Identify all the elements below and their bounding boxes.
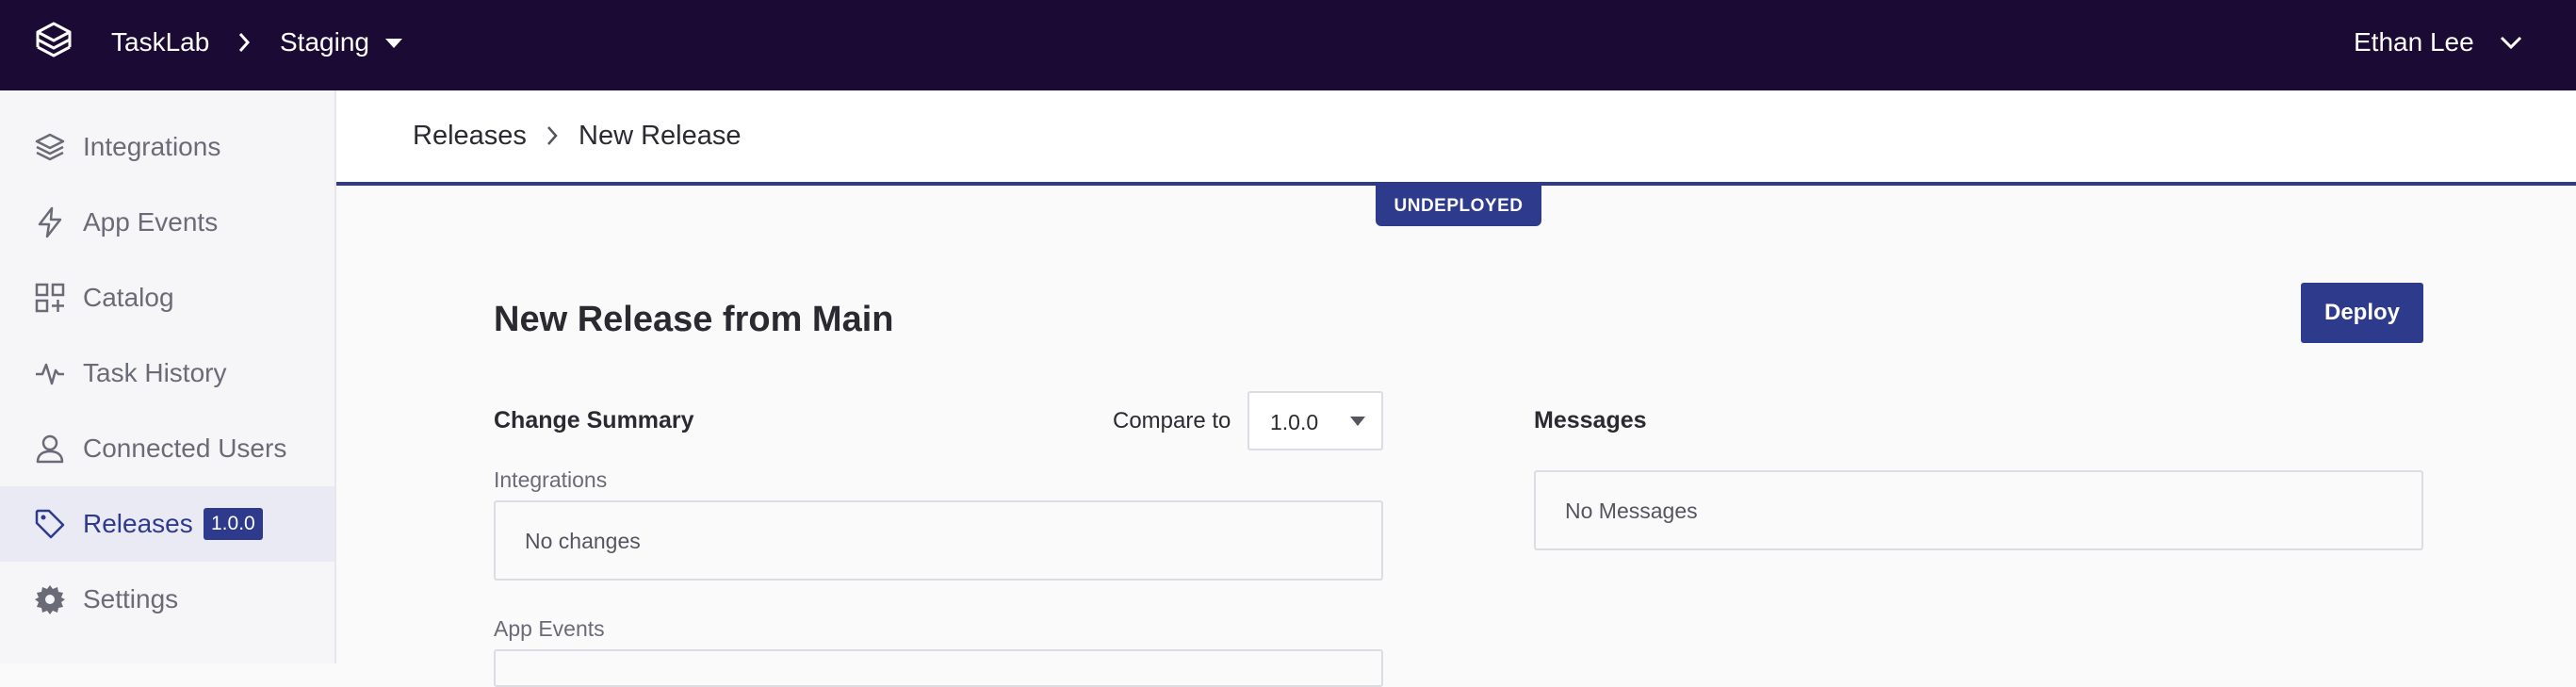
environment-selector[interactable]: Staging: [280, 27, 369, 57]
compare-version-select[interactable]: 1.0.0: [1247, 391, 1383, 450]
sidebar-item-app-events[interactable]: App Events: [0, 185, 334, 260]
sidebar-item-label: Connected Users: [83, 433, 287, 463]
sidebar-item-label: Integrations: [83, 132, 221, 161]
sidebar: Integrations App Events Catalog Task His…: [0, 90, 336, 663]
sidebar-item-label: Settings: [83, 584, 179, 613]
messages-value: No Messages: [1565, 499, 1698, 523]
chevron-down-icon[interactable]: [2499, 34, 2523, 51]
activity-icon: [36, 363, 64, 385]
gear-icon: [35, 585, 65, 614]
sidebar-item-label: Releases: [83, 509, 193, 538]
sidebar-item-releases[interactable]: Releases 1.0.0: [0, 486, 334, 562]
messages-box: No Messages: [1534, 470, 2423, 550]
page-title: New Release from Main: [494, 300, 894, 339]
deploy-button[interactable]: Deploy: [2301, 283, 2423, 343]
page-header: Releases New Release: [336, 90, 2576, 186]
sidebar-item-catalog[interactable]: Catalog: [0, 260, 334, 335]
caret-down-icon: [1350, 417, 1365, 426]
sidebar-item-label: Task History: [83, 358, 227, 387]
lightning-icon: [38, 206, 62, 238]
breadcrumb-current: New Release: [579, 121, 742, 151]
version-badge: 1.0.0: [204, 508, 263, 540]
sidebar-item-settings[interactable]: Settings: [0, 562, 334, 637]
grid-plus-icon: [35, 283, 65, 313]
user-icon: [36, 434, 64, 464]
integrations-changes-value: No changes: [525, 529, 641, 553]
messages-title: Messages: [1534, 407, 1647, 433]
tag-icon: [35, 509, 65, 539]
status-badge: UNDEPLOYED: [1376, 186, 1541, 226]
breadcrumb-releases-link[interactable]: Releases: [413, 121, 527, 152]
integrations-changes-box: No changes: [494, 500, 1383, 581]
app-name-link[interactable]: TaskLab: [111, 27, 209, 57]
top-bar: TaskLab Staging Ethan Lee: [0, 0, 2576, 90]
chevron-right-icon: [238, 33, 251, 52]
app-events-changes-box: [494, 649, 1383, 687]
sidebar-item-label: Catalog: [83, 283, 174, 312]
sidebar-item-task-history[interactable]: Task History: [0, 335, 334, 411]
compare-version-value: 1.0.0: [1270, 410, 1319, 434]
stack-logo-icon[interactable]: [34, 21, 73, 64]
caret-down-icon[interactable]: [384, 37, 403, 50]
sidebar-item-label: App Events: [83, 207, 219, 237]
chevron-right-icon: [547, 126, 558, 145]
layers-icon: [35, 133, 65, 161]
user-menu[interactable]: Ethan Lee: [2354, 27, 2474, 57]
compare-label: Compare to: [1113, 408, 1231, 433]
sidebar-item-connected-users[interactable]: Connected Users: [0, 411, 334, 486]
change-summary-title: Change Summary: [494, 407, 694, 433]
app-events-label: App Events: [494, 616, 605, 641]
sidebar-item-integrations[interactable]: Integrations: [0, 109, 334, 185]
integrations-label: Integrations: [494, 467, 608, 492]
